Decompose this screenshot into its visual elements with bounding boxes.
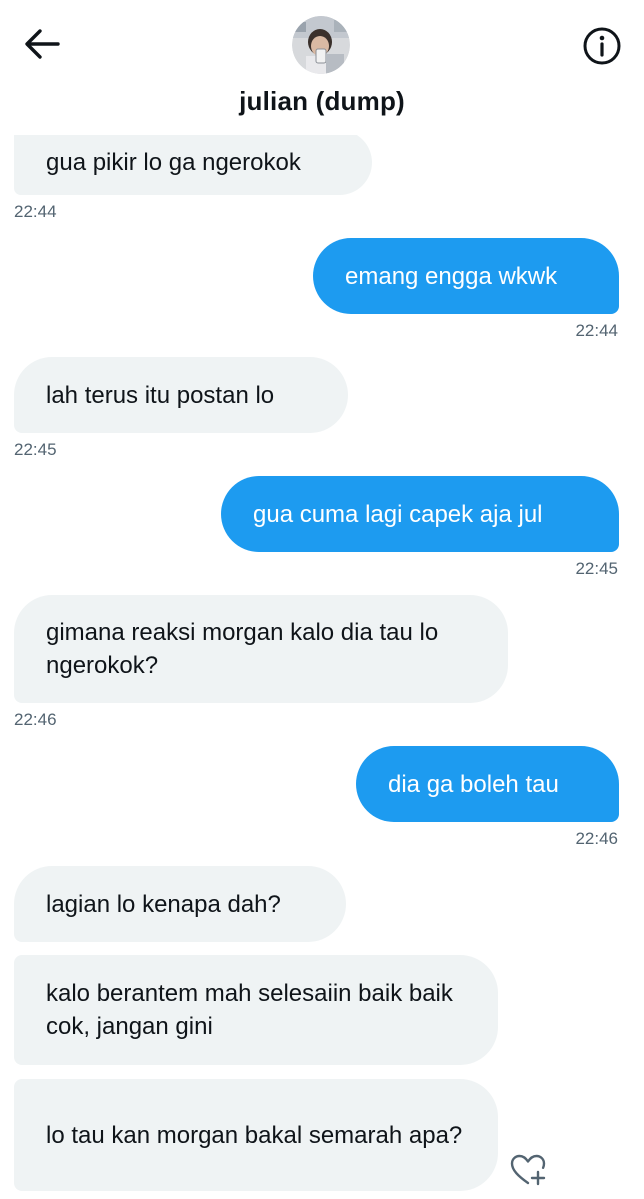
- message-text: lo tau kan morgan bakal semarah apa?: [46, 1121, 463, 1149]
- message-text: gua cuma lagi capek aja jul: [253, 500, 543, 528]
- info-circle-icon: [583, 27, 621, 65]
- conversation-header: julian (dump): [0, 0, 644, 135]
- message-text: kalo berantem mah selesaiin baik baik co…: [46, 980, 453, 1040]
- back-button[interactable]: [20, 24, 64, 64]
- message-bubble-outgoing[interactable]: dia ga boleh tau: [356, 746, 619, 822]
- message-bubble-outgoing[interactable]: emang engga wkwk: [313, 238, 619, 314]
- heart-plus-icon[interactable]: [508, 1150, 548, 1190]
- message-bubble-incoming[interactable]: lo tau kan morgan bakal semarah apa?: [14, 1079, 498, 1191]
- message-bubble-incoming[interactable]: lagian lo kenapa dah?: [14, 866, 346, 942]
- page-title: julian (dump): [239, 86, 405, 116]
- message-bubble-incoming[interactable]: gua pikir lo ga ngerokok: [14, 130, 372, 195]
- info-button[interactable]: [580, 24, 624, 68]
- message-bubble-outgoing[interactable]: gua cuma lagi capek aja jul: [221, 476, 619, 552]
- message-bubble-incoming[interactable]: lah terus itu postan lo: [14, 357, 348, 433]
- message-timestamp: 22:45: [14, 440, 57, 459]
- avatar[interactable]: [292, 16, 350, 74]
- message-text: dia ga boleh tau: [388, 770, 559, 798]
- arrow-left-icon: [25, 29, 60, 59]
- message-bubble-incoming[interactable]: kalo berantem mah selesaiin baik baik co…: [14, 955, 498, 1065]
- message-timestamp: 22:44: [14, 202, 57, 221]
- message-text: emang engga wkwk: [345, 262, 558, 290]
- message-text: lah terus itu postan lo: [46, 381, 275, 409]
- message-timestamp: 22:44: [575, 321, 618, 340]
- message-timestamp: 22:45: [575, 559, 618, 578]
- message-text: gua pikir lo ga ngerokok: [46, 149, 301, 176]
- dm-conversation-screen: gua pikir lo ga ngerokok 22:44 emang eng…: [0, 0, 644, 1199]
- message-text: gimana reaksi morgan kalo dia tau lo nge…: [46, 619, 439, 679]
- message-timestamp: 22:46: [575, 829, 618, 848]
- message-text: lagian lo kenapa dah?: [46, 890, 281, 918]
- message-bubble-incoming[interactable]: gimana reaksi morgan kalo dia tau lo nge…: [14, 595, 508, 703]
- message-timestamp: 22:46: [14, 710, 57, 729]
